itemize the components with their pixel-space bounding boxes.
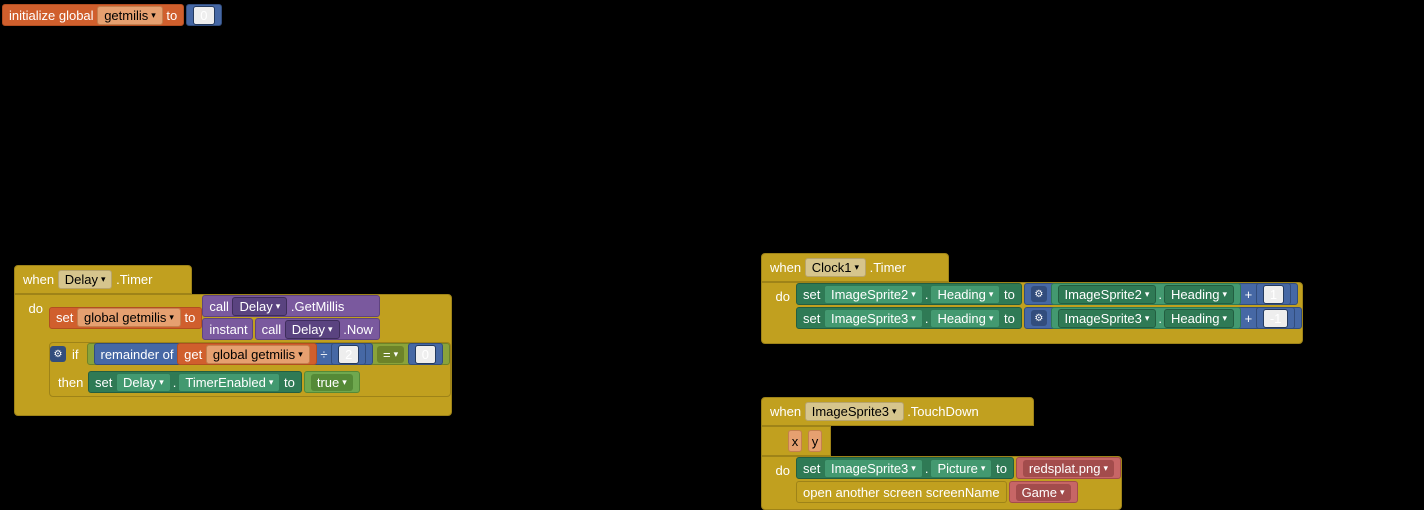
set-heading-sprite3[interactable]: set ImageSprite3 . Heading to ⚙ ImageSpr… <box>796 307 1302 329</box>
if-block[interactable]: ⚙ if remainder of get global getmilis ÷ … <box>49 342 451 397</box>
param-y[interactable]: y <box>808 430 822 452</box>
remainder-block[interactable]: remainder of get global getmilis ÷ 2 <box>94 343 374 365</box>
open-screen[interactable]: open another screen screenName Game <box>796 481 1121 503</box>
do-label: do <box>15 295 49 316</box>
call-now[interactable]: call Delay .Now <box>255 318 380 340</box>
instant-arg: instant <box>202 318 252 340</box>
gear-icon[interactable]: ⚙ <box>1031 310 1047 326</box>
set-picture[interactable]: set ImageSprite3 . Picture to redsplat.p… <box>796 457 1121 479</box>
text-block[interactable]: redsplat.png <box>1016 457 1121 479</box>
call-getmillis[interactable]: call Delay .GetMillis <box>202 295 379 317</box>
get-block[interactable]: get global getmilis <box>177 343 317 365</box>
gear-icon[interactable]: ⚙ <box>1031 286 1047 302</box>
when-clock1-timer[interactable]: when Clock1 .Timer do set ImageSprite2 .… <box>761 253 1303 344</box>
plus-block[interactable]: ⚙ ImageSprite2 . Heading + 1 <box>1024 283 1298 305</box>
init-label: initialize global getmilis to <box>2 4 184 26</box>
if-label: if <box>66 343 85 365</box>
param-x[interactable]: x <box>788 430 802 452</box>
set-global[interactable]: set global getmilis to <box>49 307 202 329</box>
when-sprite3-touchdown[interactable]: when ImageSprite3 .TouchDown x y do set … <box>761 397 1122 510</box>
when-delay-timer[interactable]: when Delay .Timer do set global getmilis… <box>14 265 452 416</box>
event-header: when Delay .Timer <box>14 265 192 294</box>
get-heading[interactable]: ImageSprite2 . Heading <box>1051 283 1241 305</box>
comp-delay[interactable]: Delay <box>58 270 113 289</box>
equals-block[interactable]: remainder of get global getmilis ÷ 2 = 0 <box>87 343 450 365</box>
var-getmilis[interactable]: getmilis <box>97 6 163 25</box>
event-header: when Clock1 .Timer <box>761 253 949 282</box>
init-global-block[interactable]: initialize global getmilis to 0 <box>2 4 222 26</box>
gear-icon[interactable]: ⚙ <box>50 346 66 362</box>
then-label: then <box>58 375 88 390</box>
number-socket[interactable]: 0 <box>186 4 221 26</box>
event-header: when ImageSprite3 .TouchDown <box>761 397 1034 426</box>
var-dd[interactable]: global getmilis <box>77 308 181 327</box>
call-comp[interactable]: Delay <box>232 297 287 316</box>
set-heading-sprite2[interactable]: set ImageSprite2 . Heading to ⚙ ImageSpr… <box>796 283 1302 305</box>
set-timerenabled[interactable]: set Delay . TimerEnabled to <box>88 371 302 393</box>
number-value: 0 <box>193 6 214 25</box>
true-block[interactable]: true <box>304 371 360 393</box>
